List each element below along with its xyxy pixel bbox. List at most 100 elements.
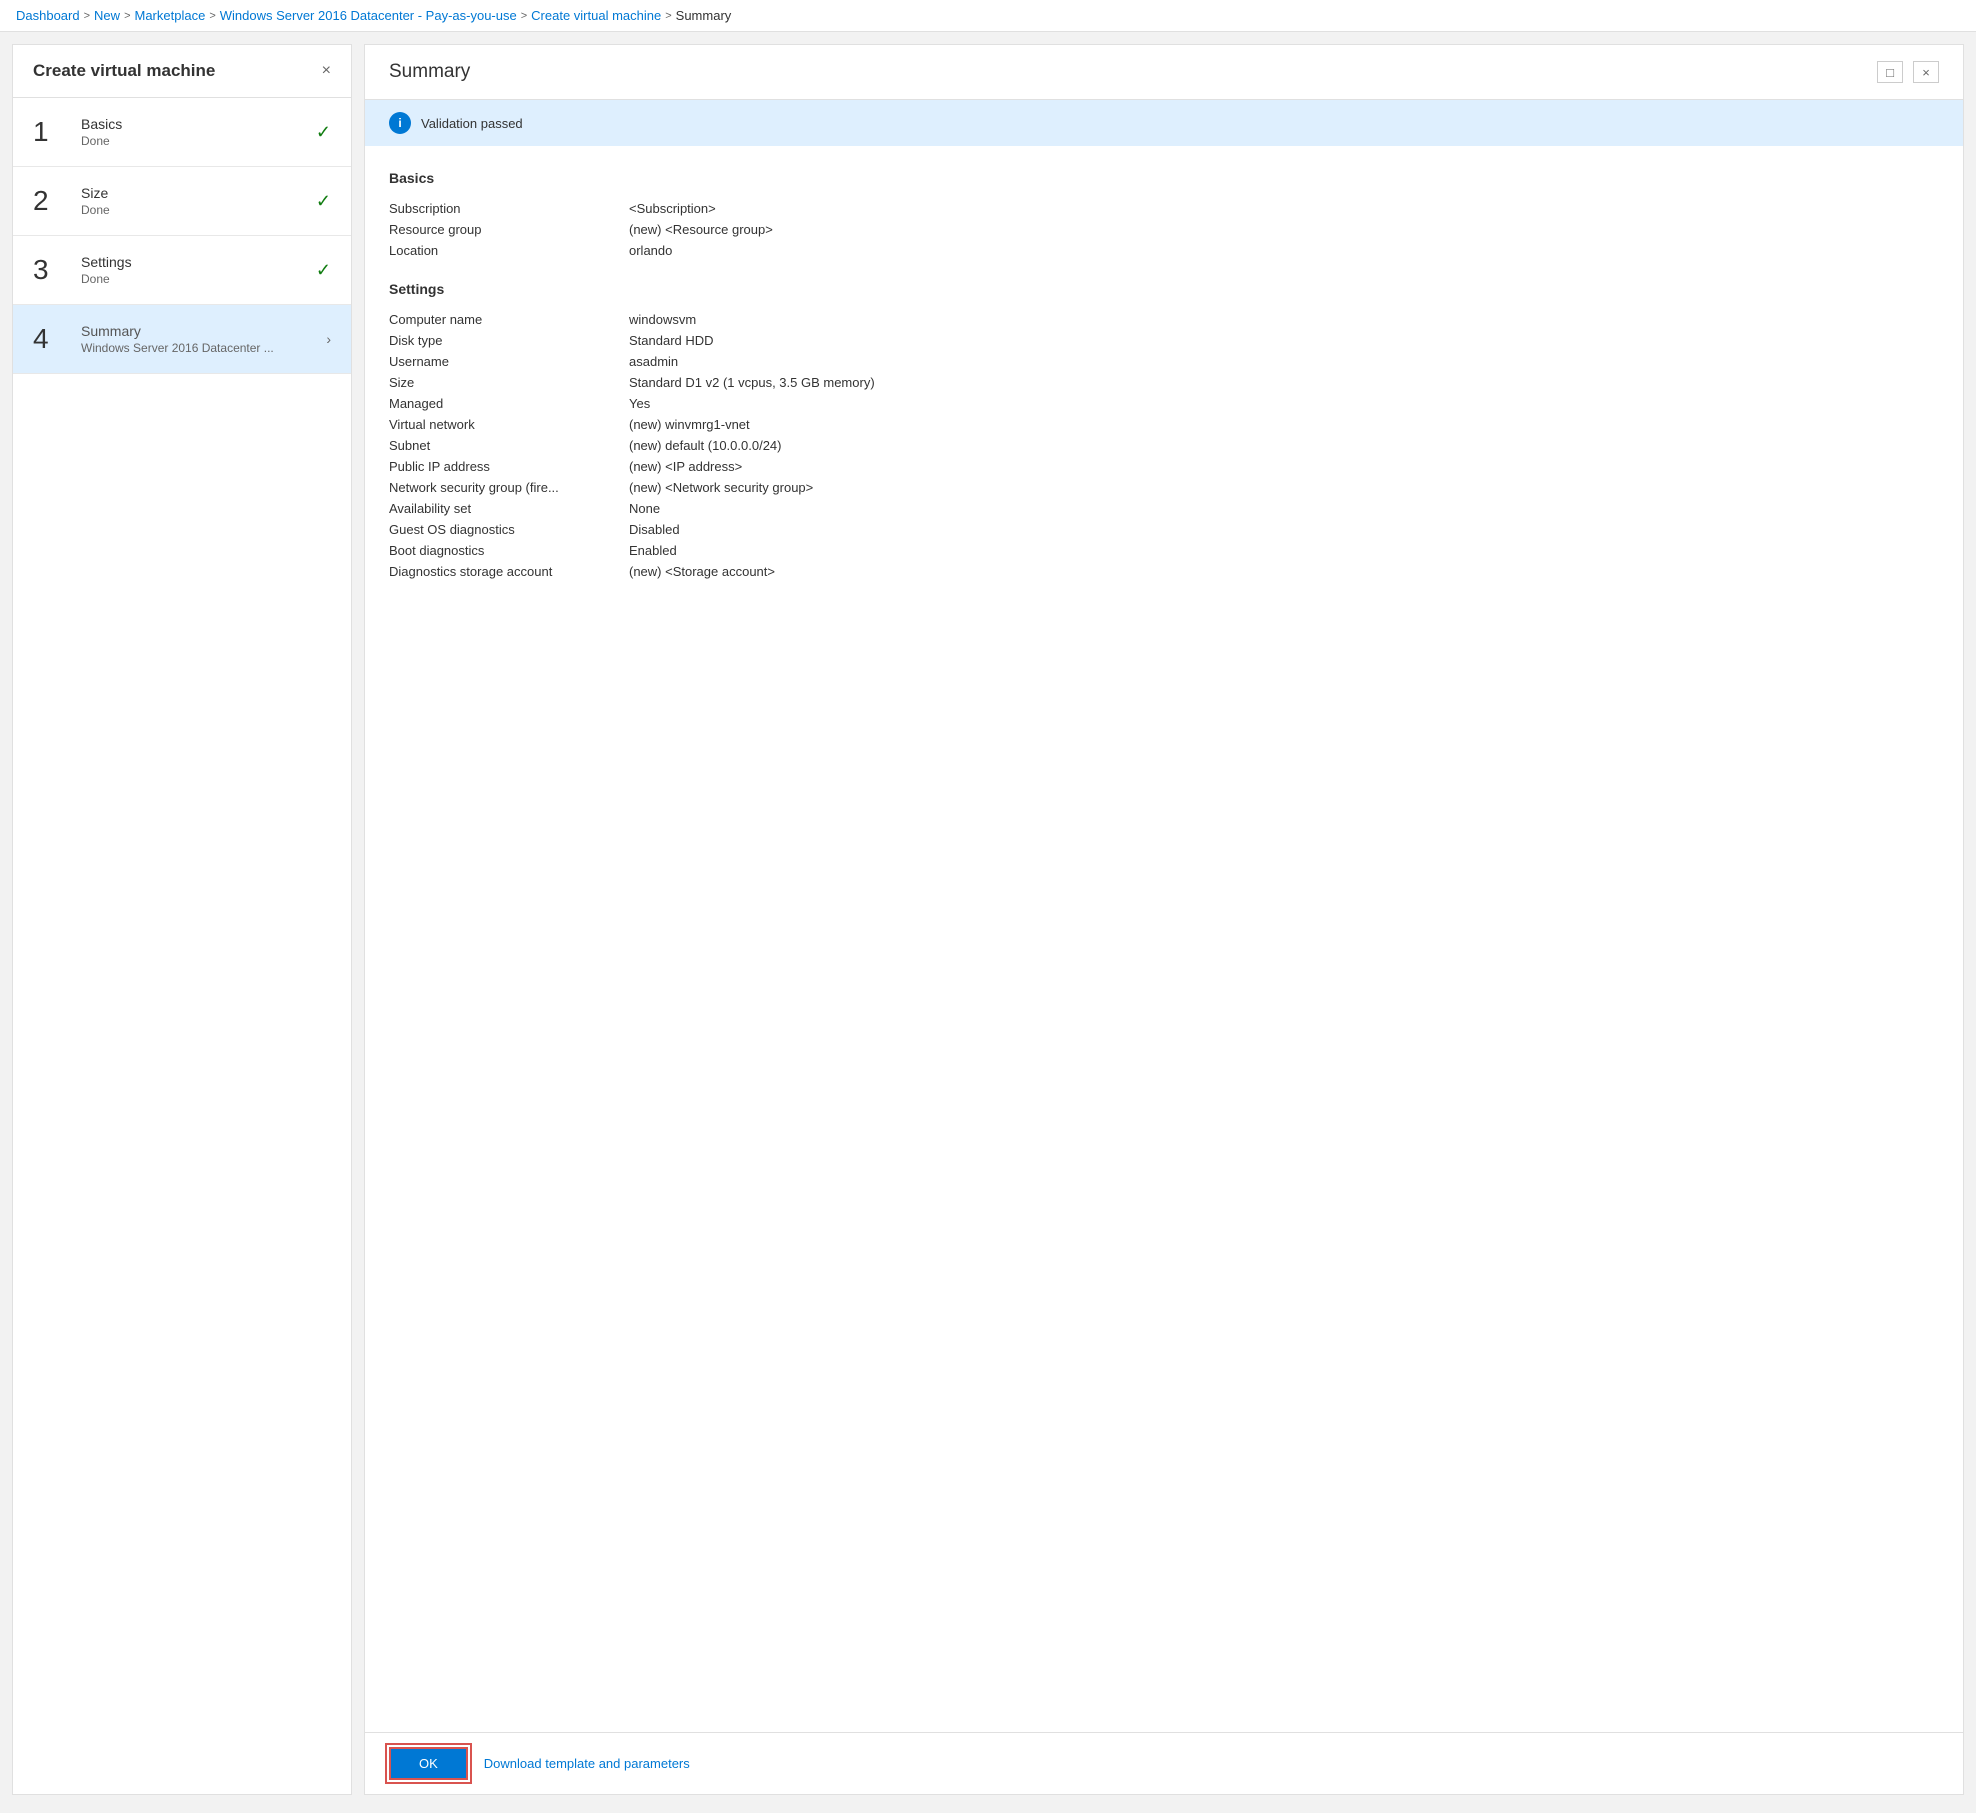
- field-value-nsg: (new) <Network security group>: [629, 477, 1939, 498]
- field-label-disk-type: Disk type: [389, 330, 629, 351]
- step-1-name: Basics: [81, 116, 316, 132]
- field-label-subscription: Subscription: [389, 198, 629, 219]
- field-value-computer-name: windowsvm: [629, 309, 1939, 330]
- step-4-arrow-icon: ›: [326, 331, 331, 347]
- field-label-managed: Managed: [389, 393, 629, 414]
- step-4-number: 4: [33, 323, 69, 355]
- field-label-size: Size: [389, 372, 629, 393]
- table-row: Disk type Standard HDD: [389, 330, 1939, 351]
- right-panel-footer: OK Download template and parameters: [365, 1732, 1963, 1794]
- table-row: Subnet (new) default (10.0.0.0/24): [389, 435, 1939, 456]
- table-row: Public IP address (new) <IP address>: [389, 456, 1939, 477]
- download-template-link[interactable]: Download template and parameters: [484, 1756, 690, 1771]
- basics-fields-table: Subscription <Subscription> Resource gro…: [389, 198, 1939, 261]
- left-panel-close-button[interactable]: ×: [322, 63, 331, 79]
- breadcrumb-new[interactable]: New: [94, 8, 120, 23]
- right-panel-controls: □ ×: [1877, 61, 1939, 83]
- field-label-virtual-network: Virtual network: [389, 414, 629, 435]
- table-row: Network security group (fire... (new) <N…: [389, 477, 1939, 498]
- step-2-number: 2: [33, 185, 69, 217]
- field-value-subscription: <Subscription>: [629, 198, 1939, 219]
- field-value-boot-diagnostics: Enabled: [629, 540, 1939, 561]
- field-value-public-ip: (new) <IP address>: [629, 456, 1939, 477]
- field-value-guest-os-diagnostics: Disabled: [629, 519, 1939, 540]
- table-row: Username asadmin: [389, 351, 1939, 372]
- table-row: Location orlando: [389, 240, 1939, 261]
- field-label-boot-diagnostics: Boot diagnostics: [389, 540, 629, 561]
- field-value-availability-set: None: [629, 498, 1939, 519]
- maximize-button[interactable]: □: [1877, 61, 1903, 83]
- step-item-settings[interactable]: 3 Settings Done ✓: [13, 236, 351, 305]
- left-panel-title: Create virtual machine: [33, 61, 215, 81]
- step-1-number: 1: [33, 116, 69, 148]
- field-value-virtual-network: (new) winvmrg1-vnet: [629, 414, 1939, 435]
- field-value-username: asadmin: [629, 351, 1939, 372]
- field-value-diagnostics-storage: (new) <Storage account>: [629, 561, 1939, 582]
- step-item-basics[interactable]: 1 Basics Done ✓: [13, 98, 351, 167]
- main-container: Create virtual machine × 1 Basics Done ✓…: [0, 32, 1976, 1807]
- table-row: Subscription <Subscription>: [389, 198, 1939, 219]
- step-4-info: Summary Windows Server 2016 Datacenter .…: [81, 323, 326, 355]
- field-label-diagnostics-storage: Diagnostics storage account: [389, 561, 629, 582]
- field-label-location: Location: [389, 240, 629, 261]
- step-2-check-icon: ✓: [316, 191, 331, 212]
- field-label-public-ip: Public IP address: [389, 456, 629, 477]
- breadcrumb-sep-5: >: [665, 10, 671, 22]
- breadcrumb-dashboard[interactable]: Dashboard: [16, 8, 80, 23]
- step-2-sub: Done: [81, 203, 316, 217]
- step-3-number: 3: [33, 254, 69, 286]
- field-label-username: Username: [389, 351, 629, 372]
- field-value-resource-group: (new) <Resource group>: [629, 219, 1939, 240]
- step-1-check-icon: ✓: [316, 122, 331, 143]
- step-item-summary[interactable]: 4 Summary Windows Server 2016 Datacenter…: [13, 305, 351, 374]
- field-label-nsg: Network security group (fire...: [389, 477, 629, 498]
- table-row: Diagnostics storage account (new) <Stora…: [389, 561, 1939, 582]
- breadcrumb-create-vm[interactable]: Create virtual machine: [531, 8, 661, 23]
- validation-banner: i Validation passed: [365, 100, 1963, 146]
- breadcrumb-marketplace[interactable]: Marketplace: [135, 8, 206, 23]
- field-label-subnet: Subnet: [389, 435, 629, 456]
- step-item-size[interactable]: 2 Size Done ✓: [13, 167, 351, 236]
- table-row: Resource group (new) <Resource group>: [389, 219, 1939, 240]
- table-row: Managed Yes: [389, 393, 1939, 414]
- close-button[interactable]: ×: [1913, 61, 1939, 83]
- left-panel-header: Create virtual machine ×: [13, 45, 351, 98]
- breadcrumb-sep-4: >: [521, 10, 527, 22]
- field-value-size: Standard D1 v2 (1 vcpus, 3.5 GB memory): [629, 372, 1939, 393]
- field-label-resource-group: Resource group: [389, 219, 629, 240]
- field-value-location: orlando: [629, 240, 1939, 261]
- step-3-name: Settings: [81, 254, 316, 270]
- right-panel-header: Summary □ ×: [365, 45, 1963, 100]
- settings-fields-table: Computer name windowsvm Disk type Standa…: [389, 309, 1939, 582]
- field-value-managed: Yes: [629, 393, 1939, 414]
- breadcrumb-current: Summary: [676, 8, 732, 23]
- step-4-name: Summary: [81, 323, 326, 339]
- step-2-name: Size: [81, 185, 316, 201]
- breadcrumb-product[interactable]: Windows Server 2016 Datacenter - Pay-as-…: [220, 8, 517, 23]
- field-label-guest-os-diagnostics: Guest OS diagnostics: [389, 519, 629, 540]
- breadcrumb-sep-2: >: [124, 10, 130, 22]
- step-3-sub: Done: [81, 272, 316, 286]
- field-label-availability-set: Availability set: [389, 498, 629, 519]
- breadcrumb-sep-3: >: [209, 10, 215, 22]
- steps-list: 1 Basics Done ✓ 2 Size Done ✓ 3: [13, 98, 351, 1794]
- step-3-check-icon: ✓: [316, 260, 331, 281]
- right-panel: Summary □ × i Validation passed Basics S…: [364, 44, 1964, 1795]
- summary-content: Basics Subscription <Subscription> Resou…: [365, 146, 1963, 1732]
- validation-text: Validation passed: [421, 116, 523, 131]
- ok-button[interactable]: OK: [389, 1747, 468, 1780]
- basics-section-title: Basics: [389, 170, 1939, 186]
- table-row: Size Standard D1 v2 (1 vcpus, 3.5 GB mem…: [389, 372, 1939, 393]
- step-4-sub: Windows Server 2016 Datacenter ...: [81, 341, 326, 355]
- info-icon: i: [389, 112, 411, 134]
- field-value-subnet: (new) default (10.0.0.0/24): [629, 435, 1939, 456]
- table-row: Guest OS diagnostics Disabled: [389, 519, 1939, 540]
- step-1-sub: Done: [81, 134, 316, 148]
- settings-section-title: Settings: [389, 281, 1939, 297]
- right-panel-title: Summary: [389, 61, 470, 83]
- left-panel: Create virtual machine × 1 Basics Done ✓…: [12, 44, 352, 1795]
- step-3-info: Settings Done: [81, 254, 316, 286]
- breadcrumb-sep-1: >: [84, 10, 90, 22]
- step-2-info: Size Done: [81, 185, 316, 217]
- field-label-computer-name: Computer name: [389, 309, 629, 330]
